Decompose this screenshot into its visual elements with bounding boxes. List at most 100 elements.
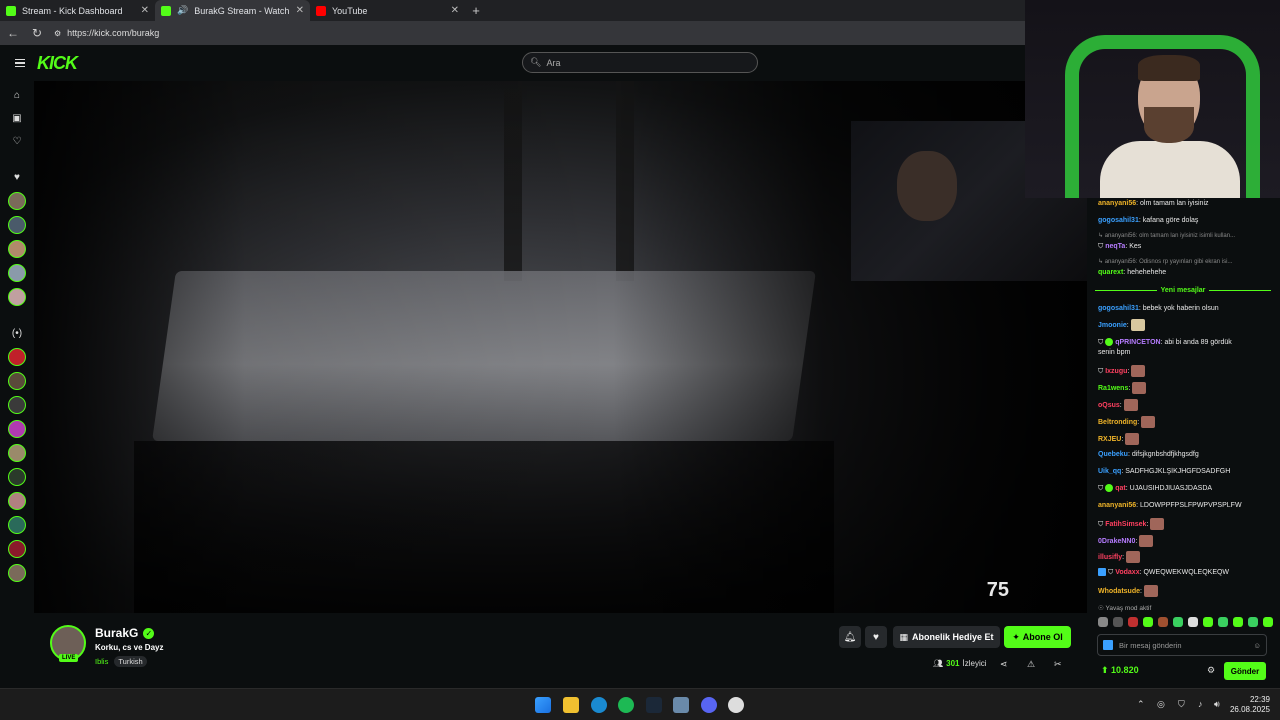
subscribe-button[interactable]: ✦ Abone Ol [1004, 626, 1071, 648]
volume-icon[interactable]: ♪ [1198, 699, 1203, 709]
network-icon[interactable]: ◎ [1157, 699, 1165, 710]
spotify-icon[interactable] [618, 697, 634, 713]
recommended-channel-avatar[interactable] [8, 396, 26, 414]
slow-mode-text: Yavaş mod aktif [1105, 605, 1152, 612]
emote-icon[interactable] [1143, 617, 1153, 627]
chat-username[interactable]: qat [1115, 485, 1126, 492]
emote-icon[interactable] [1248, 617, 1258, 627]
emote-icon[interactable] [1158, 617, 1168, 627]
reply-text: ananyani56: Odisnos rp yayınları gibi ek… [1104, 259, 1233, 265]
recommended-channel-avatar[interactable] [8, 468, 26, 486]
chat-username[interactable]: Uik_qq [1098, 468, 1121, 475]
chat-username[interactable]: ananyani56 [1098, 502, 1136, 509]
emote-icon[interactable] [1173, 617, 1183, 627]
chat-settings-gear-icon[interactable]: ⚙ [1207, 665, 1215, 676]
followed-channel-avatar[interactable] [8, 216, 26, 234]
following-heart-icon[interactable]: ♡ [8, 132, 26, 150]
obs-icon[interactable] [728, 697, 744, 713]
menu-icon[interactable] [15, 58, 25, 68]
recommended-channel-avatar[interactable] [8, 516, 26, 534]
chat-username[interactable]: RXJEU [1098, 436, 1121, 443]
chat-username[interactable]: quarext [1098, 269, 1123, 276]
speaker-icon[interactable]: 🔊 [177, 5, 188, 16]
recommended-channel-avatar[interactable] [8, 540, 26, 558]
recommended-channel-avatar[interactable] [8, 492, 26, 510]
kick-logo[interactable]: KICK [37, 53, 78, 74]
file-explorer-icon[interactable] [563, 697, 579, 713]
settings-app-icon[interactable] [673, 697, 689, 713]
report-icon[interactable]: ⚠ [1027, 659, 1035, 670]
recommended-channel-avatar[interactable] [8, 372, 26, 390]
followed-channel-avatar[interactable] [8, 264, 26, 282]
recommended-channel-avatar[interactable] [8, 420, 26, 438]
chat-username[interactable]: gogosahil31 [1098, 305, 1139, 312]
chat-username[interactable]: Whodatsude [1098, 588, 1140, 595]
chat-username[interactable]: gogosahil31 [1098, 217, 1139, 224]
windows-start-icon[interactable] [535, 697, 551, 713]
tray-chevron-icon[interactable]: ⌃ [1137, 699, 1145, 710]
browse-icon[interactable]: ▣ [8, 109, 26, 127]
chat-username[interactable]: Quebeku [1098, 451, 1128, 458]
system-clock[interactable]: 22:39 26.08.2025 [1230, 695, 1270, 715]
steam-icon[interactable] [646, 697, 662, 713]
close-tab-icon[interactable]: ✕ [451, 5, 459, 16]
chat-username[interactable]: Beltronding [1098, 419, 1137, 426]
edge-browser-icon[interactable] [591, 697, 607, 713]
emote-icon[interactable] [1233, 617, 1243, 627]
chat-username[interactable]: illusifly [1098, 554, 1122, 561]
chat-username[interactable]: Ra1wens [1098, 385, 1128, 392]
emote-icon[interactable] [1263, 617, 1273, 627]
streamer-name-text: BurakG [95, 626, 139, 640]
chat-username[interactable]: ananyani56 [1098, 200, 1136, 207]
notification-bell-button[interactable]: 🔔︎ [839, 626, 861, 648]
chat-username[interactable]: qPRINCETON [1115, 339, 1160, 346]
channel-points[interactable]: ⬆ 10.820 [1101, 665, 1139, 676]
clip-icon[interactable]: ✂ [1054, 659, 1062, 670]
emote-icon[interactable] [1188, 617, 1198, 627]
follow-heart-button[interactable]: ♥ [865, 626, 887, 648]
streamer-name[interactable]: BurakG ✓ [95, 626, 155, 640]
recommended-channel-avatar[interactable] [8, 564, 26, 582]
language-tag[interactable]: Turkish [114, 656, 147, 667]
tab-youtube[interactable]: YouTube ✕ [310, 0, 465, 21]
gift-subscription-button[interactable]: ▦ Abonelik Hediye Et [893, 626, 1000, 648]
category-link[interactable]: Iblis [95, 657, 108, 666]
chat-username[interactable]: neqTa [1105, 243, 1125, 250]
video-player[interactable]: 75 [34, 81, 1087, 613]
chat-message: ⛉ Vodaxx: QWEQWEKWQLEQKEQW [1098, 568, 1270, 577]
speaker-icon[interactable]: 🔊︎ [1214, 699, 1220, 710]
close-tab-icon[interactable]: ✕ [141, 5, 149, 16]
tab-kick-dashboard[interactable]: Stream - Kick Dashboard ✕ [0, 0, 155, 21]
close-tab-icon[interactable]: ✕ [296, 5, 304, 16]
chat-username[interactable]: Jmoonie [1098, 322, 1127, 329]
send-button[interactable]: Gönder [1224, 662, 1266, 680]
chat-username[interactable]: FatihSimsek [1105, 521, 1146, 528]
share-icon[interactable]: ⋖ [1000, 659, 1008, 670]
emote-icon[interactable] [1128, 617, 1138, 627]
emoji-picker-icon[interactable]: ☺ [1253, 641, 1261, 650]
followed-channel-avatar[interactable] [8, 192, 26, 210]
chat-username[interactable]: oQsus [1098, 402, 1120, 409]
chat-message-input[interactable]: Bir mesaj gönderin ☺ [1097, 634, 1267, 656]
site-info-icon[interactable]: ⚙ [54, 29, 61, 38]
discord-icon[interactable] [701, 697, 717, 713]
chat-username[interactable]: Vodaxx [1115, 569, 1139, 576]
emote-icon[interactable] [1203, 617, 1213, 627]
chat-username[interactable]: 0DrakeNN0 [1098, 538, 1135, 545]
followed-channel-avatar[interactable] [8, 288, 26, 306]
url-field[interactable]: ⚙ https://kick.com/burakg [54, 28, 159, 38]
recommended-channel-avatar[interactable] [8, 444, 26, 462]
emote-icon[interactable] [1113, 617, 1123, 627]
new-tab-button[interactable]: + [465, 0, 487, 21]
followed-channel-avatar[interactable] [8, 240, 26, 258]
emote-icon[interactable] [1098, 617, 1108, 627]
back-arrow-icon[interactable]: ← [6, 26, 20, 40]
emote-icon[interactable] [1218, 617, 1228, 627]
tab-burakg-stream[interactable]: 🔊 BurakG Stream - Watch Live ✕ [155, 0, 310, 21]
reload-icon[interactable]: ↻ [30, 26, 44, 40]
chat-username[interactable]: Ixzugu [1105, 368, 1127, 375]
home-icon[interactable]: ⌂ [8, 86, 26, 104]
recommended-channel-avatar[interactable] [8, 348, 26, 366]
shield-icon[interactable]: ⛉ [1178, 699, 1185, 710]
search-input[interactable]: 🔍︎ Ara [522, 52, 758, 73]
